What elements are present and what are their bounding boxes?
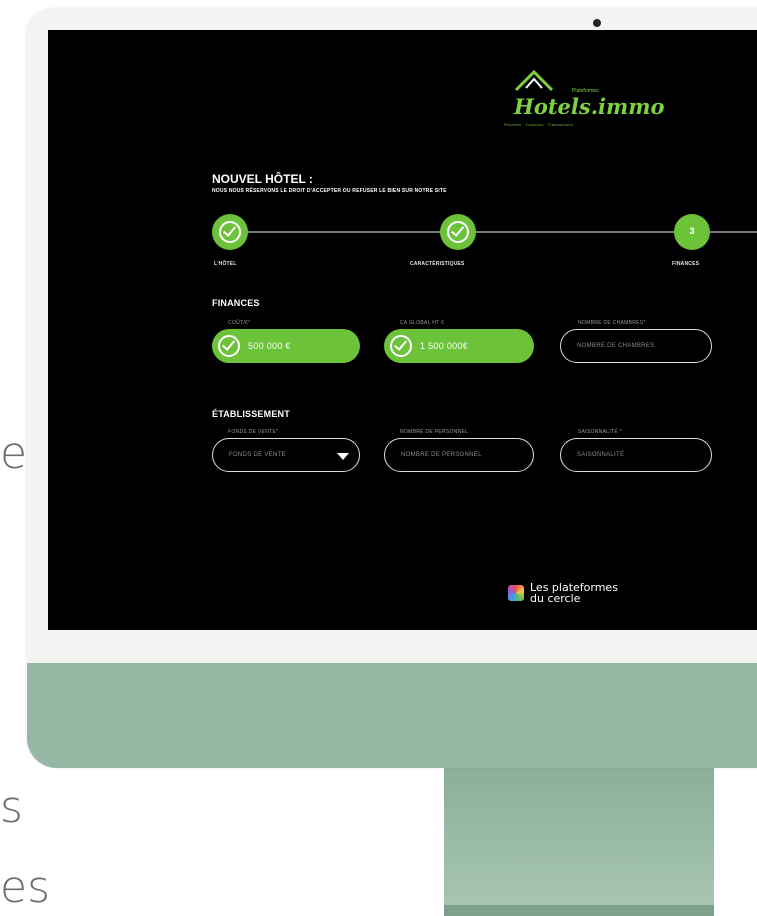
page-subtitle: NOUS NOUS RÉSERVONS LE DROIT D'ACCEPTER … <box>212 188 447 194</box>
camera-icon <box>593 19 601 27</box>
house-roof-icon <box>514 69 554 92</box>
field-label: COÛT/€* <box>228 320 251 326</box>
check-icon <box>447 221 469 243</box>
app-screen: Plateformes Hotels.immo Reprises · Cessi… <box>48 30 757 630</box>
plateformes-icon <box>508 585 524 601</box>
check-icon <box>390 335 412 357</box>
footer-brand-line: du cercle <box>530 592 581 605</box>
field-placeholder: NOMBRE DE PERSONNEL <box>401 452 482 458</box>
check-icon <box>218 335 240 357</box>
fonds-de-vente-select[interactable]: FONDS DE VENTE <box>212 438 360 472</box>
saisonnalite-input[interactable]: SAISONNALITÉ <box>560 438 712 472</box>
field-label: SAISONNALITÉ * <box>578 429 622 435</box>
monitor-stand <box>444 768 714 916</box>
page-title: NOUVEL HÔTEL : <box>212 172 313 186</box>
step-3-finances[interactable]: 3 <box>674 214 710 250</box>
les-plateformes-logo[interactable]: Les plateformes du cercle <box>508 582 618 604</box>
step-label: CARACTÉRISTIQUES <box>410 261 465 267</box>
monitor-chin <box>27 663 757 768</box>
stepper-line <box>708 231 757 233</box>
ca-global-field[interactable]: 1 500 000€ <box>384 329 534 363</box>
hotels-immo-logo[interactable]: Plateformes Hotels.immo Reprises · Cessi… <box>504 66 664 130</box>
background-text-fragment: e <box>0 428 28 479</box>
step-1-hotel[interactable] <box>212 214 248 250</box>
field-placeholder: FONDS DE VENTE <box>229 452 286 458</box>
etablissement-section-title: ÉTABLISSEMENT <box>212 409 290 419</box>
monitor-stand-base <box>444 905 714 916</box>
field-label: NOMBRE DE CHAMBRES* <box>578 320 646 326</box>
background-text-fragment: es <box>0 862 50 913</box>
chevron-down-icon <box>337 453 349 460</box>
field-label: NOMBRE DE PERSONNEL <box>400 429 469 435</box>
field-label: CA GLOBAL HT € <box>400 320 445 326</box>
check-icon <box>219 221 241 243</box>
field-placeholder: SAISONNALITÉ <box>577 452 625 458</box>
field-value: 1 500 000€ <box>420 341 469 351</box>
step-label: L'HÔTEL <box>214 261 237 267</box>
logo-tagline: Reprises · Cessions · Transactions <box>504 122 573 127</box>
nombre-chambres-input[interactable]: NOMBRE DE CHAMBRES <box>560 329 712 363</box>
background-text-fragment: s <box>0 782 23 833</box>
field-value: 500 000 € <box>248 341 291 351</box>
cout-field[interactable]: 500 000 € <box>212 329 360 363</box>
step-number: 3 <box>689 226 695 236</box>
field-label: FONDS DE VENTE* <box>228 429 279 435</box>
logo-wordmark: Hotels.immo <box>514 94 665 119</box>
field-placeholder: NOMBRE DE CHAMBRES <box>577 343 655 349</box>
imac-monitor: Plateformes Hotels.immo Reprises · Cessi… <box>27 8 757 768</box>
step-label: FINANCES <box>672 261 700 267</box>
nombre-personnel-input[interactable]: NOMBRE DE PERSONNEL <box>384 438 534 472</box>
footer-brand-text: Les plateformes du cercle <box>530 582 618 604</box>
finances-section-title: FINANCES <box>212 298 260 308</box>
step-2-caracteristiques[interactable] <box>440 214 476 250</box>
